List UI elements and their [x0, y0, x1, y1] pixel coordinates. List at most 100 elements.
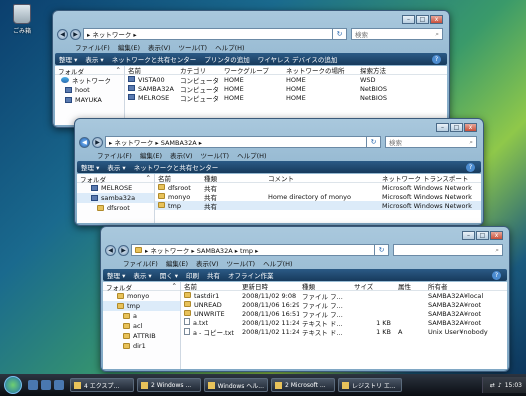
network-center-button[interactable]: ネットワークと共有センター [134, 162, 219, 172]
column-attributes[interactable]: 属性 [395, 282, 425, 291]
address-bar[interactable]: ▸ ネットワーク ▸ SAMBA32A ▸ tmp ▸ [131, 244, 375, 256]
chevron-down-icon[interactable]: ⌃ [146, 174, 151, 182]
column-name[interactable]: 名前 [125, 66, 177, 75]
minimize-button[interactable]: – [436, 123, 449, 132]
address-bar[interactable]: ▸ ネットワーク ▸ [83, 28, 333, 40]
chevron-down-icon[interactable]: ⌃ [116, 66, 121, 74]
maximize-button[interactable]: □ [416, 15, 429, 24]
volume-icon[interactable]: ♪ [498, 382, 502, 389]
organize-button[interactable]: 整理 ▾ [59, 54, 77, 64]
column-owner[interactable]: 所有者 [425, 282, 507, 291]
refresh-button[interactable]: ↻ [333, 28, 347, 40]
column-discovery[interactable]: 探索方法 [357, 66, 417, 75]
menu-help[interactable]: ヘルプ(H) [215, 42, 244, 52]
table-row[interactable]: tmp 共有 Microsoft Windows Network [155, 201, 481, 211]
help-icon[interactable]: ? [432, 54, 441, 64]
menu-tools[interactable]: ツール(T) [227, 258, 256, 268]
back-button[interactable]: ◀ [57, 28, 68, 40]
share-button[interactable]: 共有 [207, 270, 220, 280]
menu-file[interactable]: ファイル(F) [75, 42, 110, 52]
column-workgroup[interactable]: ワークグループ [221, 66, 283, 75]
menu-edit[interactable]: 編集(E) [166, 258, 188, 268]
menu-help[interactable]: ヘルプ(H) [263, 258, 292, 268]
nav-item-samba32a[interactable]: samba32a [77, 193, 154, 203]
taskbar-button-help[interactable]: Windows ヘル... [204, 378, 268, 392]
nav-item-network[interactable]: ネットワーク [55, 75, 124, 85]
help-icon[interactable]: ? [466, 162, 475, 172]
help-icon[interactable]: ? [492, 270, 501, 280]
chevron-down-icon[interactable]: ⌃ [172, 282, 177, 290]
add-printer-button[interactable]: プリンタの追加 [204, 54, 250, 64]
menu-view[interactable]: 表示(V) [170, 150, 193, 160]
search-box[interactable]: ⌕ [393, 244, 503, 256]
nav-item-melrose[interactable]: MELROSE [77, 183, 154, 193]
minimize-button[interactable]: – [462, 231, 475, 240]
menu-file[interactable]: ファイル(F) [97, 150, 132, 160]
refresh-button[interactable]: ↻ [375, 244, 389, 256]
table-row[interactable]: a - コピー.txt 2008/11/02 11:24 テキスト ド... 1 KB… [181, 327, 507, 337]
menu-help[interactable]: ヘルプ(H) [237, 150, 266, 160]
explorer-window-samba32a[interactable]: – □ x ◀ ▶ ▸ ネットワーク ▸ SAMBA32A ▸ ↻ 検索 ⌕ ファイル… [74, 118, 484, 226]
column-name[interactable]: 名前 [155, 174, 201, 183]
explorer-window-network[interactable]: – □ x ◀ ▶ ▸ ネットワーク ▸ ↻ 検索 ⌕ ファイル(F) 編集(E) 表示(… [52, 10, 450, 128]
menu-view[interactable]: 表示(V) [148, 42, 171, 52]
nav-item-mayuka[interactable]: MAYUKA [55, 95, 124, 105]
refresh-button[interactable]: ↻ [367, 136, 381, 148]
folders-header[interactable]: フォルダ [58, 66, 84, 76]
views-button[interactable]: 表示 ▾ [107, 162, 125, 172]
nav-item-a[interactable]: a [103, 311, 180, 321]
back-button[interactable]: ◀ [79, 136, 90, 148]
browser-icon[interactable] [54, 380, 64, 390]
print-button[interactable]: 印刷 [186, 270, 199, 280]
recycle-bin[interactable]: ごみ箱 [4, 4, 40, 35]
back-button[interactable]: ◀ [105, 244, 116, 256]
menu-tools[interactable]: ツール(T) [201, 150, 230, 160]
table-row[interactable]: SAMBA32A コンピュータ HOME HOME NetBIOS [125, 84, 447, 94]
nav-item-dfsroot[interactable]: dfsroot [77, 203, 154, 213]
menu-edit[interactable]: 編集(E) [140, 150, 162, 160]
explorer-window-tmp[interactable]: – □ x ◀ ▶ ▸ ネットワーク ▸ SAMBA32A ▸ tmp ▸ ↻ ⌕ … [100, 226, 510, 372]
maximize-button[interactable]: □ [476, 231, 489, 240]
nav-item-acl[interactable]: acl [103, 321, 180, 331]
close-button[interactable]: x [430, 15, 443, 24]
column-name[interactable]: 名前 [181, 282, 239, 291]
show-desktop-icon[interactable] [28, 380, 38, 390]
folders-header[interactable]: フォルダ [80, 174, 106, 184]
menu-view[interactable]: 表示(V) [196, 258, 219, 268]
nav-item-monyo[interactable]: monyo [103, 291, 180, 301]
forward-button[interactable]: ▶ [70, 28, 81, 40]
switch-windows-icon[interactable] [41, 380, 51, 390]
table-row[interactable]: MELROSE コンピュータ HOME HOME NetBIOS [125, 93, 447, 103]
views-button[interactable]: 表示 ▾ [133, 270, 151, 280]
close-button[interactable]: x [464, 123, 477, 132]
nav-item-hoot[interactable]: hoot [55, 85, 124, 95]
column-network-location[interactable]: ネットワークの場所 [283, 66, 357, 75]
address-bar[interactable]: ▸ ネットワーク ▸ SAMBA32A ▸ [105, 136, 367, 148]
close-button[interactable]: x [490, 231, 503, 240]
taskbar-button-explorer[interactable]: 4 エクスプ... [70, 378, 134, 392]
taskbar-button-windows[interactable]: 2 Windows ... [137, 378, 201, 392]
forward-button[interactable]: ▶ [118, 244, 129, 256]
menu-tools[interactable]: ツール(T) [179, 42, 208, 52]
menu-file[interactable]: ファイル(F) [123, 258, 158, 268]
views-button[interactable]: 表示 ▾ [85, 54, 103, 64]
organize-button[interactable]: 整理 ▾ [81, 162, 99, 172]
add-wireless-button[interactable]: ワイヤレス デバイスの追加 [258, 54, 338, 64]
start-button[interactable] [4, 376, 22, 394]
nav-item-dir1[interactable]: dir1 [103, 341, 180, 351]
folders-header[interactable]: フォルダ [106, 282, 132, 292]
taskbar-button-registry[interactable]: レジストリ エ... [338, 378, 402, 392]
minimize-button[interactable]: – [402, 15, 415, 24]
column-comment[interactable]: コメント [265, 174, 379, 183]
clock[interactable]: 15:03 [505, 382, 522, 389]
column-transport[interactable]: ネットワーク トランスポート [379, 174, 479, 183]
table-row[interactable]: VISTA00 コンピュータ HOME HOME WSD [125, 75, 447, 85]
forward-button[interactable]: ▶ [92, 136, 103, 148]
menu-edit[interactable]: 編集(E) [118, 42, 140, 52]
search-box[interactable]: 検索 ⌕ [385, 136, 477, 148]
column-size[interactable]: サイズ [351, 282, 395, 291]
network-center-button[interactable]: ネットワークと共有センター [112, 54, 197, 64]
column-modified[interactable]: 更新日時 [239, 282, 299, 291]
network-tray-icon[interactable]: ⇄ [490, 382, 495, 389]
search-box[interactable]: 検索 ⌕ [351, 28, 443, 40]
